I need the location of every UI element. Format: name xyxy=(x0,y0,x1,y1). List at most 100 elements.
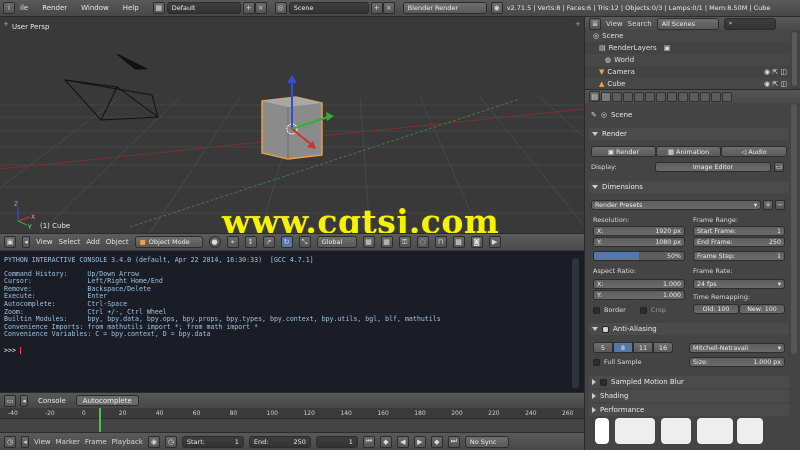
render-tab-icon[interactable] xyxy=(601,91,611,102)
editor-type-properties-icon[interactable]: ▤ xyxy=(589,91,600,102)
outliner-item-scene[interactable]: ◎ Scene xyxy=(585,30,790,42)
scene-icon[interactable]: ◎ xyxy=(274,2,287,14)
menu-render[interactable]: Render xyxy=(42,4,67,12)
console-menu-collapse-icon[interactable]: ◂ xyxy=(20,394,28,407)
outliner-menu-view[interactable]: View xyxy=(606,20,623,28)
render-presets-dropdown[interactable]: Render Presets ▾ xyxy=(591,200,761,210)
start-frame-field[interactable]: Start: 1 xyxy=(181,435,244,448)
snap-icon[interactable]: ⊓ xyxy=(434,236,447,248)
timeline-menu-playback[interactable]: Playback xyxy=(112,438,143,446)
end-frame-field[interactable]: End Frame: 250 xyxy=(693,237,785,247)
python-console[interactable]: PYTHON INTERACTIVE CONSOLE 3.4.0 (defaul… xyxy=(0,251,584,392)
timeline-ruler[interactable]: -40 -20 0 20 40 60 80 100 120 140 160 180 200 220 240 2… xyxy=(0,408,584,419)
crop-checkbox[interactable] xyxy=(639,306,647,314)
prev-keyframe-icon[interactable]: ◆ xyxy=(379,435,392,448)
aa-samples-5[interactable]: 5 xyxy=(593,342,613,353)
menu-view[interactable]: View xyxy=(36,238,53,246)
outliner-search-input[interactable]: ⌕ xyxy=(723,17,776,30)
outliner-item-renderlayers[interactable]: ▤ RenderLayers ▣ xyxy=(585,42,790,54)
full-sample-checkbox[interactable] xyxy=(593,358,600,366)
console-input[interactable]: >>> xyxy=(4,347,580,355)
snap-element-icon[interactable]: ▩ xyxy=(452,236,465,248)
physics-tab-icon[interactable] xyxy=(722,91,732,102)
timeline-menu-frame[interactable]: Frame xyxy=(85,438,107,446)
jump-start-icon[interactable]: ⏮ xyxy=(362,435,375,448)
resolution-percentage-slider[interactable]: 50% xyxy=(593,251,685,261)
keying-icon[interactable]: ◉ xyxy=(147,435,160,448)
render-button[interactable]: ▣ Render xyxy=(591,146,656,157)
display-dropdown[interactable]: Image Editor xyxy=(655,162,771,172)
material-tab-icon[interactable] xyxy=(689,91,699,102)
audio-button[interactable]: ◁ Audio xyxy=(721,146,787,157)
aa-filter-dropdown[interactable]: Mitchell-Netravali ▾ xyxy=(689,343,785,353)
timeline-menu-collapse-icon[interactable]: ◂ xyxy=(21,435,29,448)
particles-tab-icon[interactable] xyxy=(711,91,721,102)
antialiasing-checkbox[interactable] xyxy=(602,325,609,333)
opengl-anim-icon[interactable]: ▶ xyxy=(488,236,501,248)
jump-end-icon[interactable]: ⏭ xyxy=(447,435,460,448)
remove-layout-icon[interactable]: × xyxy=(254,2,267,14)
aspect-x-field[interactable]: X: 1.000 xyxy=(593,279,685,289)
autocomplete-button[interactable]: Autocomplete xyxy=(75,395,139,406)
translate-manipulator-icon[interactable]: ↗ xyxy=(262,236,275,248)
frame-step-field[interactable]: Frame Step: 1 xyxy=(693,251,785,261)
time-new-field[interactable]: New: 100 xyxy=(739,304,785,314)
scene-field[interactable]: Scene xyxy=(288,2,369,14)
start-frame-field[interactable]: Start Frame: 1 xyxy=(693,226,785,236)
editor-type-icon[interactable]: i xyxy=(3,2,15,14)
performance-panel-header[interactable]: Performance xyxy=(589,404,789,416)
render-engine-dropdown[interactable]: Blender Render xyxy=(402,2,487,14)
properties-scrollbar[interactable] xyxy=(791,104,797,354)
preview-range-icon[interactable]: ◷ xyxy=(164,435,177,448)
aa-samples-16[interactable]: 16 xyxy=(653,342,673,353)
menu-help[interactable]: Help xyxy=(123,4,139,12)
object-tab-icon[interactable] xyxy=(645,91,655,102)
editor-type-console-icon[interactable]: ▭ xyxy=(4,394,16,407)
play-reverse-icon[interactable]: ◀ xyxy=(396,435,409,448)
orientation-dropdown[interactable]: Global xyxy=(316,236,357,248)
aa-samples-11[interactable]: 11 xyxy=(633,342,653,353)
sync-dropdown[interactable]: No Sync xyxy=(464,435,509,448)
aa-samples-8[interactable]: 8 xyxy=(613,342,633,353)
layers-icon[interactable]: ▦ xyxy=(362,236,375,248)
menu-window[interactable]: Window xyxy=(81,4,109,12)
outliner[interactable]: ≣ View Search All Scenes ⌕ ◎ Scene ▤ Rende… xyxy=(584,17,800,90)
outliner-item-camera[interactable]: ▼ Camera ◉ ⇱ ◫ xyxy=(585,66,790,78)
display-toggle-icon[interactable]: ▭ xyxy=(774,162,784,172)
current-frame-field[interactable]: 1 xyxy=(315,435,358,448)
visibility-eye-icon[interactable]: ◉ ⇱ ◫ xyxy=(764,68,787,76)
add-preset-icon[interactable]: + xyxy=(763,200,773,210)
scale-manipulator-icon[interactable]: ⤡ xyxy=(298,236,311,248)
layers-tab-icon[interactable] xyxy=(612,91,622,102)
end-frame-field[interactable]: End: 250 xyxy=(248,435,311,448)
lock-layer-icon[interactable]: ⚿ xyxy=(398,236,411,248)
aa-size-field[interactable]: Size: 1.000 px xyxy=(689,357,785,367)
scene-tab-icon[interactable] xyxy=(623,91,633,102)
properties-editor[interactable]: ▤ ✎ ◎ Scene Render ▣ Render ▦ Animation ◁ A… xyxy=(584,89,800,450)
frame-rate-dropdown[interactable]: 24 fps ▾ xyxy=(693,279,785,289)
manipulator-toggle-icon[interactable]: ↕ xyxy=(244,236,257,248)
add-scene-icon[interactable]: + xyxy=(370,2,383,14)
rotate-manipulator-icon[interactable]: ↻ xyxy=(280,236,293,248)
console-menu[interactable]: Console xyxy=(32,395,72,406)
aspect-y-field[interactable]: Y: 1.000 xyxy=(593,290,685,300)
toolshelf-toggle-icon[interactable]: + xyxy=(3,20,9,28)
mode-dropdown[interactable]: ■ Object Mode xyxy=(134,236,203,248)
menu-select[interactable]: Select xyxy=(59,238,81,246)
play-icon[interactable]: ▶ xyxy=(413,435,426,448)
properties-toggle-icon[interactable]: + xyxy=(575,20,581,28)
proportional-edit-icon[interactable]: ◌ xyxy=(416,236,429,248)
3d-viewport[interactable]: Z X Y User Persp (1) Cube + + xyxy=(0,17,584,233)
data-tab-icon[interactable] xyxy=(678,91,688,102)
menu-add[interactable]: Add xyxy=(86,238,100,246)
menu-collapse-icon[interactable]: ◂ xyxy=(22,236,30,248)
outliner-item-world[interactable]: ◍ World xyxy=(585,54,790,66)
outliner-scope-dropdown[interactable]: All Scenes xyxy=(656,17,719,30)
remove-scene-icon[interactable]: × xyxy=(382,2,395,14)
world-tab-icon[interactable] xyxy=(634,91,644,102)
next-keyframe-icon[interactable]: ◆ xyxy=(430,435,443,448)
render-panel-header[interactable]: Render xyxy=(589,128,789,140)
viewport-shading-icon[interactable]: ● xyxy=(208,236,221,248)
remove-preset-icon[interactable]: − xyxy=(775,200,785,210)
editor-type-timeline-icon[interactable]: ◷ xyxy=(4,435,16,448)
